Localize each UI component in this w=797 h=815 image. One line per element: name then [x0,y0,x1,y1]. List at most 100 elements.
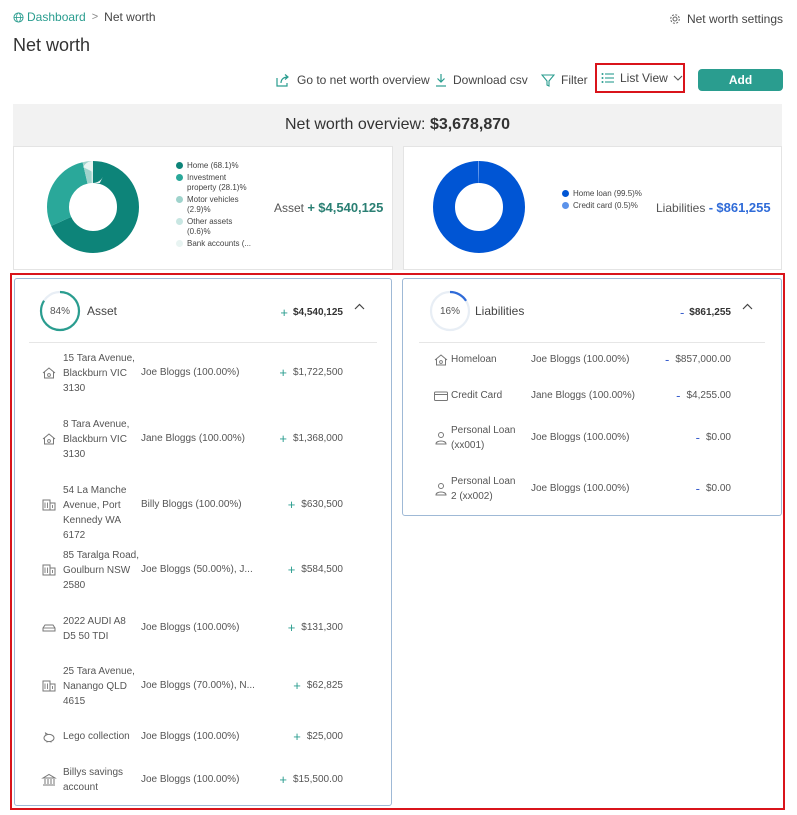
asset-amount: + $630,500 [288,497,343,512]
asset-amount: + $584,500 [288,562,343,577]
go-to-overview-button[interactable]: Go to net worth overview [275,73,430,88]
breadcrumb-current: Net worth [104,10,156,24]
asset-row[interactable]: 54 La Manche Avenue, Port Kennedy WA 617… [15,481,391,541]
asset-sign: + [287,620,296,635]
share-icon [276,73,289,87]
liabilities-donut-chart [433,161,525,253]
asset-owner: Joe Bloggs (100.00%) [141,774,240,785]
liabilities-panel: 16% Liabilities - $861,255 Homeloan Joe B… [402,278,782,516]
asset-row[interactable]: 85 Taralga Road, Goulburn NSW 2580 Joe Bl… [15,546,391,594]
liabilities-name: Personal Loan 2 (xx002) [451,476,516,502]
asset-row[interactable]: 8 Tara Avenue, Blackburn VIC 3130 Jane Bl… [15,415,391,463]
asset-summary-sign: + [307,200,315,215]
asset-name: Lego collection [63,731,130,742]
asset-legend-item: Motor vehicles (2.9)% [176,195,254,215]
liabilities-sign: - [695,481,700,496]
add-button[interactable]: Add [698,69,783,91]
asset-amount: + $15,500.00 [279,772,343,787]
go-to-overview-label: Go to net worth overview [297,73,430,87]
asset-summary-card: Home (68.1)% Investment property (28.1)% M… [13,146,393,270]
asset-legend-dot [176,240,183,247]
liabilities-panel-sign: - [679,305,685,320]
breadcrumb-dashboard-label: Dashboard [27,10,86,24]
asset-panel-header: 84% Asset + $4,540,125 [15,279,391,343]
asset-legend-label: Motor vehicles (2.9)% [187,195,239,214]
asset-legend-dot [176,218,183,225]
net-worth-settings-label: Net worth settings [686,12,783,26]
building-icon [42,680,56,692]
asset-panel-divider [29,342,377,343]
asset-row[interactable]: Lego collection Joe Bloggs (100.00%) + $25,… [15,728,391,746]
asset-owner: Joe Bloggs (70.00%), N... [141,680,255,691]
building-icon [42,564,56,576]
liabilities-amount: - $4,255.00 [676,388,731,403]
liabilities-row[interactable]: Personal Loan 2 (xx002) Joe Bloggs (100.0… [403,474,781,504]
asset-row[interactable]: 15 Tara Avenue, Blackburn VIC 3130 Joe Bl… [15,349,391,397]
asset-owner: Joe Bloggs (100.00%) [141,367,240,378]
asset-legend-label: Bank accounts (... [187,239,252,248]
overview-title: Net worth overview: $3,678,870 [13,116,782,134]
net-worth-overview: Net worth overview: $3,678,870 Home (68.… [13,104,782,270]
list-view-dropdown[interactable]: List View [595,63,685,93]
liabilities-row[interactable]: Credit Card Jane Bloggs (100.00%) - $4,255.… [403,387,781,405]
asset-panel-total: + $4,540,125 [280,305,343,320]
liabilities-name: Homeloan [451,354,497,365]
asset-amount: + $25,000 [293,729,343,744]
liabilities-summary-label: Liabilities [656,201,706,215]
asset-value: $15,500.00 [292,774,343,785]
net-worth-settings-link[interactable]: Net worth settings [669,12,783,26]
asset-name: 25 Tara Avenue, Nanango QLD 4615 [63,666,135,707]
liabilities-legend-label: Home loan (99.5)% [573,189,642,198]
asset-owner: Jane Bloggs (100.00%) [141,433,245,444]
asset-summary-amount: $4,540,125 [318,200,384,215]
asset-owner: Joe Bloggs (50.00%), J... [141,564,253,575]
asset-row[interactable]: 2022 AUDI A8 D5 50 TDI Joe Bloggs (100.00… [15,612,391,644]
liabilities-panel-divider [419,342,765,343]
liabilities-legend: Home loan (99.5)% Credit card (0.5)% [562,189,644,213]
asset-summary-label: Asset [274,201,305,215]
liabilities-amount: - $857,000.00 [665,352,731,367]
breadcrumb-dashboard-link[interactable]: Dashboard [13,10,86,24]
liabilities-legend-dot [562,202,569,209]
asset-sign: + [279,431,287,446]
asset-summary-total: Asset + $4,540,125 [274,200,383,215]
liabilities-amount: - $0.00 [696,430,731,445]
asset-name: 8 Tara Avenue, Blackburn VIC 3130 [63,419,130,460]
bank-icon [41,773,57,786]
liabilities-legend-item: Credit card (0.5)% [562,201,644,211]
liabilities-legend-item: Home loan (99.5)% [562,189,644,199]
asset-panel-amount: $4,540,125 [292,307,343,318]
chevron-down-icon [673,75,683,81]
download-csv-button[interactable]: Download csv [435,73,528,87]
liabilities-value: $857,000.00 [675,354,731,365]
liabilities-name: Personal Loan (xx001) [451,425,516,451]
chevron-up-icon[interactable] [742,303,753,310]
asset-name: 15 Tara Avenue, Blackburn VIC 3130 [63,353,135,394]
asset-row[interactable]: 25 Tara Avenue, Nanango QLD 4615 Joe Blog… [15,662,391,710]
person-icon [435,483,447,496]
chevron-up-icon[interactable] [354,303,365,310]
asset-row[interactable]: Billys savings account Joe Bloggs (100.00… [15,764,391,796]
filter-button[interactable]: Filter [541,73,588,87]
asset-percent: 84% [49,305,70,317]
asset-panel-sign: + [280,305,288,320]
liabilities-row[interactable]: Personal Loan (xx001) Joe Bloggs (100.00%… [403,423,781,453]
liabilities-panel-header: 16% Liabilities - $861,255 [403,279,781,343]
asset-legend-item: Home (68.1)% [176,161,254,171]
asset-value: $1,368,000 [292,433,343,444]
asset-value: $25,000 [306,731,343,742]
asset-sign: + [279,772,287,787]
asset-amount: + $1,368,000 [279,431,343,446]
asset-value: $584,500 [301,564,343,575]
asset-legend: Home (68.1)% Investment property (28.1)% M… [176,161,254,251]
liabilities-row[interactable]: Homeloan Joe Bloggs (100.00%) - $857,000.00 [403,351,781,369]
asset-name: 54 La Manche Avenue, Port Kennedy WA 617… [63,485,127,541]
house-icon [42,433,56,445]
asset-panel: 84% Asset + $4,540,125 15 Tara Avenue, B… [14,278,392,806]
funnel-icon [541,73,555,87]
asset-value: $62,825 [306,680,343,691]
asset-legend-item: Bank accounts (... [176,239,254,249]
house-icon [42,367,56,379]
asset-legend-label: Investment property (28.1)% [187,173,247,192]
asset-value: $131,300 [301,622,343,633]
